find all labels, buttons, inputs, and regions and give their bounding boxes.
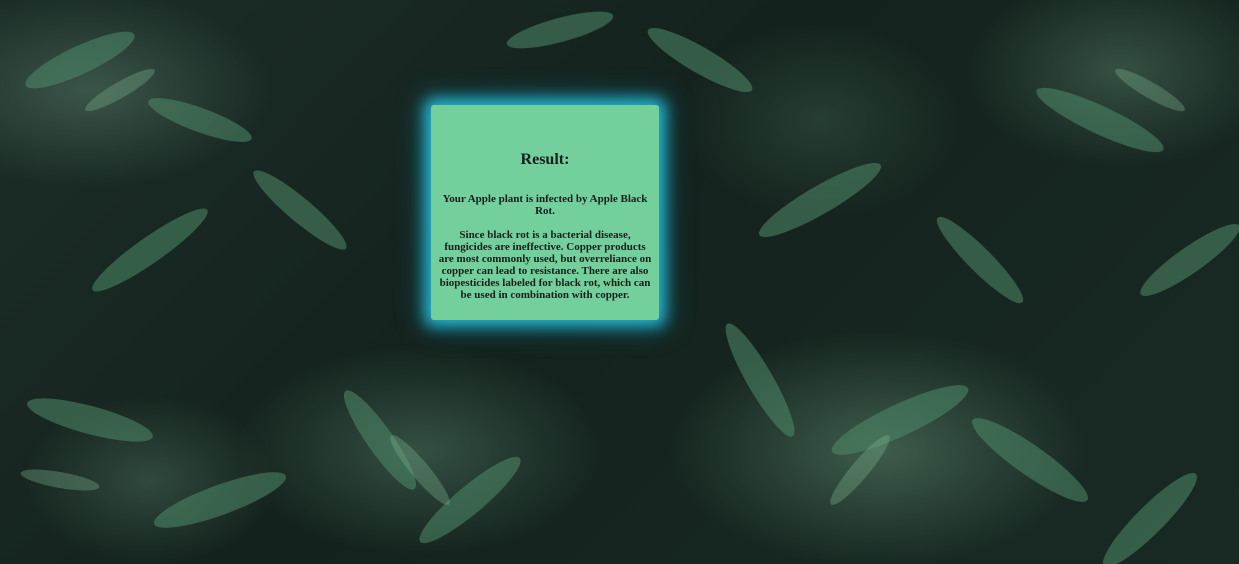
result-title: Result: (520, 151, 570, 168)
result-treatment: Since black rot is a bacterial disease, … (438, 229, 652, 301)
result-diagnosis: Your Apple plant is infected by Apple Bl… (442, 193, 648, 217)
result-card: Result: Your Apple plant is infected by … (431, 105, 659, 320)
